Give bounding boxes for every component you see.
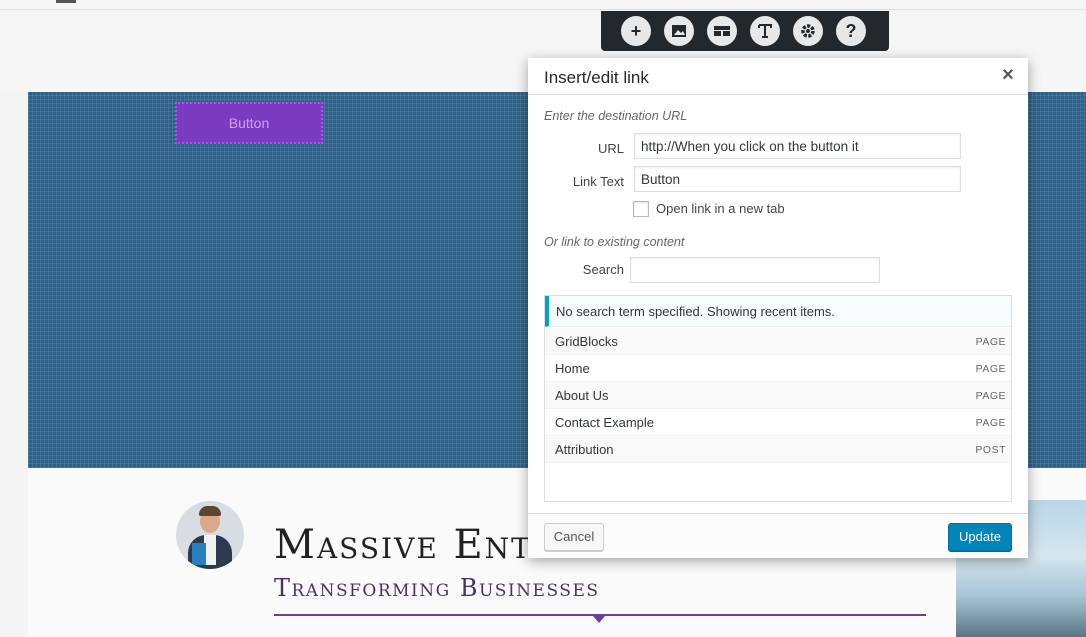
result-type: PAGE bbox=[975, 390, 1006, 402]
gear-icon[interactable] bbox=[793, 16, 823, 46]
list-item[interactable]: GridBlocks PAGE bbox=[545, 328, 1011, 355]
image-icon-svg bbox=[672, 25, 686, 37]
result-title: About Us bbox=[555, 388, 609, 403]
builder-toolbar: + ? bbox=[601, 11, 889, 51]
cancel-button[interactable]: Cancel bbox=[544, 523, 604, 551]
plus-glyph: + bbox=[630, 21, 642, 41]
list-item[interactable]: Home PAGE bbox=[545, 355, 1011, 382]
top-edge-marker bbox=[56, 0, 76, 3]
avatar-hair bbox=[199, 506, 221, 516]
query-notice: No search term specified. Showing recent… bbox=[545, 296, 1011, 327]
list-item[interactable]: Attribution POST bbox=[545, 436, 1011, 463]
dialog-header: Insert/edit link × bbox=[528, 58, 1028, 95]
page-title: Massive Ent bbox=[274, 522, 532, 568]
result-type: POST bbox=[975, 444, 1006, 456]
destination-label: Enter the destination URL bbox=[544, 109, 688, 123]
avatar bbox=[176, 501, 244, 569]
layout-icon[interactable] bbox=[707, 16, 737, 46]
new-tab-checkbox[interactable] bbox=[633, 201, 649, 217]
result-title: Attribution bbox=[555, 442, 614, 457]
close-icon[interactable]: × bbox=[998, 65, 1018, 85]
update-button[interactable]: Update bbox=[948, 523, 1012, 551]
list-item[interactable]: About Us PAGE bbox=[545, 382, 1011, 409]
dialog-title: Insert/edit link bbox=[544, 68, 649, 87]
list-item[interactable]: Contact Example PAGE bbox=[545, 409, 1011, 436]
plus-icon[interactable]: + bbox=[621, 16, 651, 46]
results-list: No search term specified. Showing recent… bbox=[544, 295, 1012, 502]
top-divider bbox=[0, 9, 1086, 10]
text-icon[interactable] bbox=[750, 16, 780, 46]
image-icon[interactable] bbox=[664, 16, 694, 46]
search-label: Search bbox=[582, 262, 624, 277]
help-icon[interactable]: ? bbox=[836, 16, 866, 46]
gear-icon-svg bbox=[801, 24, 815, 38]
result-title: GridBlocks bbox=[555, 334, 618, 349]
new-tab-label: Open link in a new tab bbox=[656, 201, 785, 216]
hero-button[interactable]: Button bbox=[175, 102, 323, 144]
dialog-footer: Cancel Update bbox=[528, 513, 1028, 558]
layout-icon-svg bbox=[714, 26, 730, 36]
text-icon-svg bbox=[758, 24, 772, 38]
result-type: PAGE bbox=[975, 417, 1006, 429]
result-type: PAGE bbox=[975, 336, 1006, 348]
page-subtitle: Transforming Businesses bbox=[274, 574, 600, 602]
url-input[interactable] bbox=[634, 133, 961, 159]
url-label: URL bbox=[597, 141, 624, 156]
link-text-label: Link Text bbox=[572, 174, 624, 189]
result-title: Home bbox=[555, 361, 590, 376]
result-type: PAGE bbox=[975, 363, 1006, 375]
avatar-folder bbox=[192, 543, 206, 565]
help-glyph: ? bbox=[845, 21, 857, 41]
existing-content-label: Or link to existing content bbox=[544, 235, 685, 249]
link-text-input[interactable] bbox=[634, 166, 961, 192]
underline-arrow bbox=[593, 616, 605, 623]
result-title: Contact Example bbox=[555, 415, 654, 430]
insert-link-dialog: Insert/edit link × Enter the destination… bbox=[528, 58, 1028, 558]
search-input[interactable] bbox=[630, 257, 880, 283]
